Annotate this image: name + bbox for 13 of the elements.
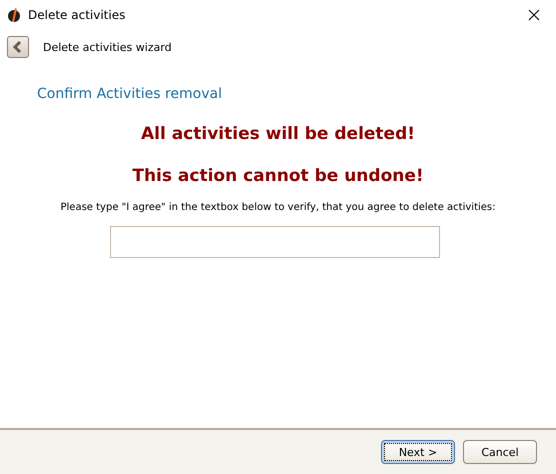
back-button[interactable] (7, 36, 29, 58)
input-field[interactable] (110, 226, 440, 258)
window-title: Delete activities (28, 8, 126, 22)
warning-text: All activities will be deleted! (140, 124, 416, 144)
next-button[interactable]: Next > (381, 440, 455, 464)
chevron-left-icon (13, 41, 23, 53)
step-heading: Confirm Activities removal (37, 86, 223, 102)
instruction-text: Please type "I agree" in the textbox below to verify, that you agree to delete activities: (60, 202, 496, 213)
wizard-title: Delete activities wizard (43, 40, 172, 54)
close-icon[interactable] (528, 9, 540, 21)
app-logo-icon (7, 7, 21, 23)
cancel-button[interactable]: Cancel (463, 440, 537, 464)
warning-text: This action cannot be undone! (131, 166, 425, 186)
